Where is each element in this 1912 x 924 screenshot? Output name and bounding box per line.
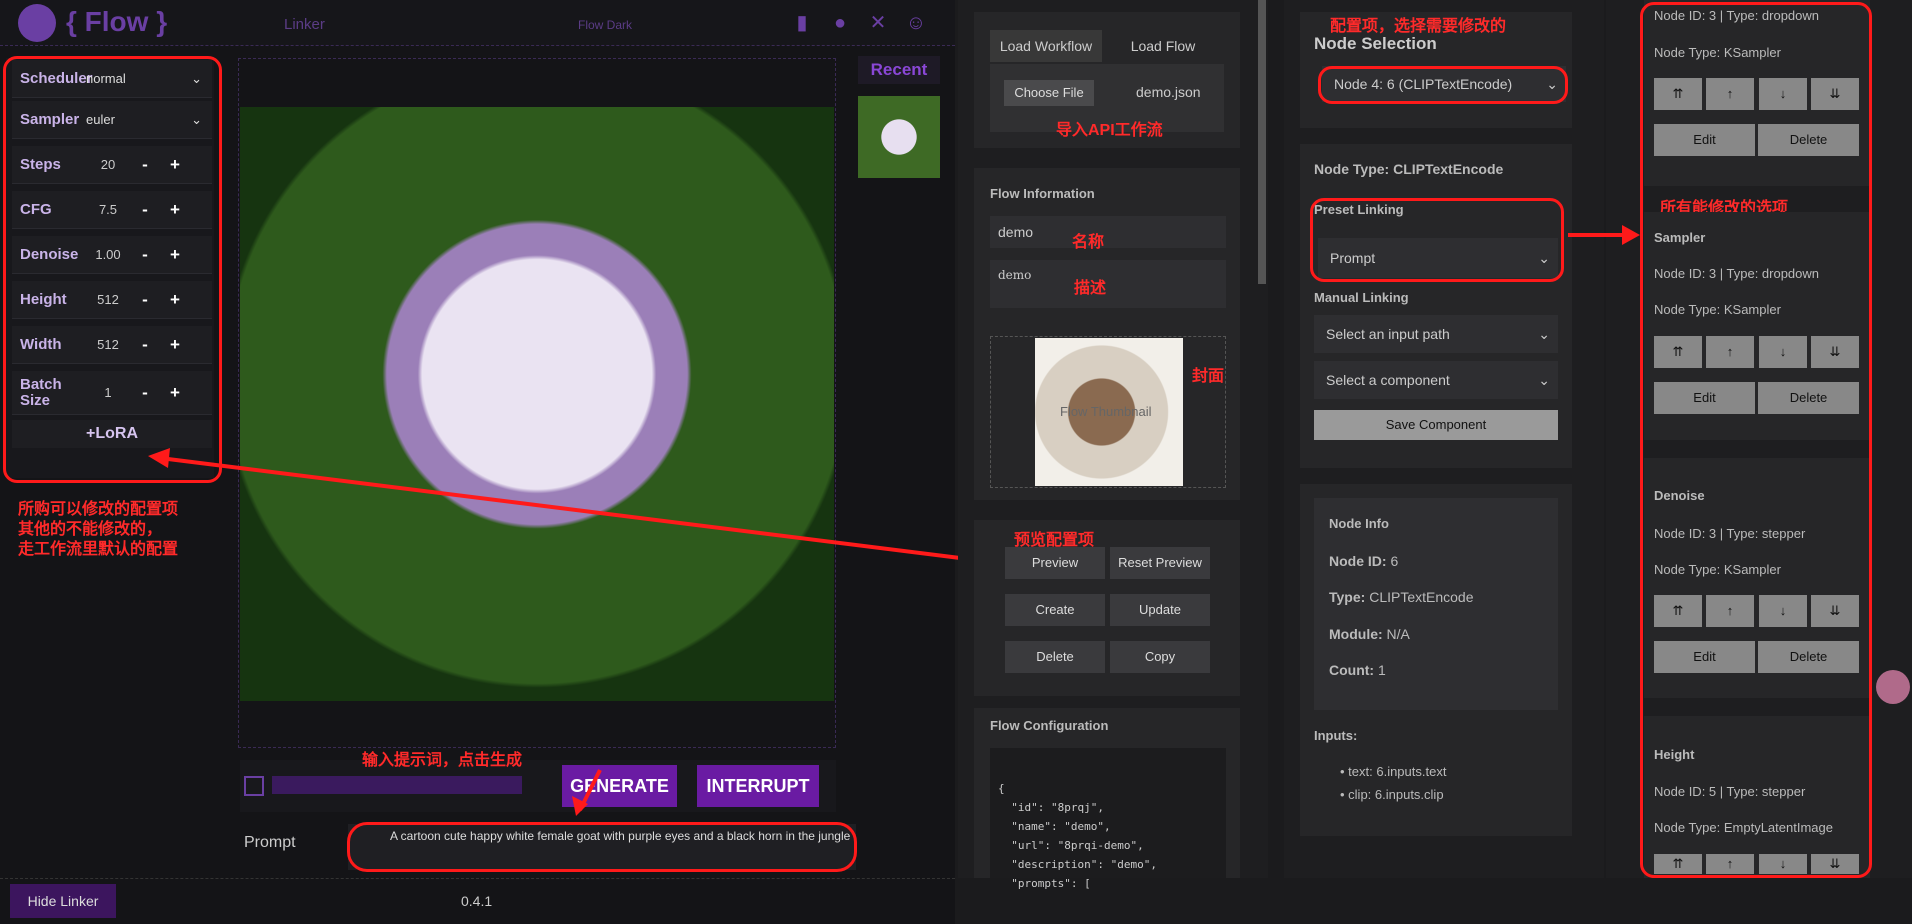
annotation-select: 配置项，选择需要修改的 [1330, 18, 1507, 35]
translate-icon[interactable] [1876, 670, 1910, 704]
input-path-select[interactable]: Select an input path ⌄ [1314, 315, 1558, 353]
top-bar: { Flow } Linker Flow Dark ▮ ● ✕ ☺ [0, 0, 955, 46]
count-value: 1 [1377, 662, 1386, 678]
flow-name-input[interactable]: demo [990, 216, 1226, 248]
chevron-down-icon: ⌄ [1538, 326, 1550, 342]
node-type-value: CLIPTextEncode [1369, 589, 1474, 605]
tab-load-flow[interactable]: Load Flow [1104, 30, 1222, 62]
goat-logo-icon [18, 4, 56, 42]
flow-config-json: { "id": "8prqj", "name": "demo", "url": … [990, 748, 1226, 890]
choose-file-button[interactable]: Choose File [1004, 80, 1094, 106]
file-name: demo.json [1136, 84, 1201, 100]
module-label: Module: [1329, 626, 1383, 642]
annotation-box-components [1640, 2, 1872, 878]
annotation-cover: 封面 [1192, 368, 1225, 385]
version-label: 0.4.1 [461, 893, 493, 909]
flow-description-input[interactable]: demo [990, 260, 1226, 308]
annotation-arrow-right [1568, 225, 1640, 245]
update-button[interactable]: Update [1110, 594, 1210, 626]
annotation-box-preset [1310, 198, 1564, 282]
inputs-title: Inputs: [1314, 728, 1358, 743]
recent-title: Recent [858, 56, 940, 84]
patreon-icon[interactable]: ▮ [790, 10, 814, 34]
tab-linker[interactable]: Linker [284, 16, 325, 33]
annotation-arrows [148, 448, 1009, 816]
discord-icon[interactable]: ☺ [904, 12, 928, 36]
tab-load-workflow[interactable]: Load Workflow [990, 30, 1102, 62]
theme-label[interactable]: Flow Dark [578, 18, 632, 32]
node-type-label: Node Type: CLIPTextEncode [1314, 161, 1504, 177]
hide-linker-button[interactable]: Hide Linker [10, 884, 116, 918]
node-type-info-label: Type: [1329, 589, 1366, 605]
save-component-button[interactable]: Save Component [1314, 410, 1558, 440]
manual-linking-title: Manual Linking [1314, 290, 1409, 305]
copy-button[interactable]: Copy [1110, 641, 1210, 673]
node-selection-title: Node Selection [1314, 34, 1437, 53]
reset-preview-button[interactable]: Reset Preview [1110, 547, 1210, 579]
module-value: N/A [1386, 626, 1410, 642]
preview-button[interactable]: Preview [1005, 547, 1105, 579]
flow-info-title: Flow Information [990, 186, 1095, 201]
component-select[interactable]: Select a component ⌄ [1314, 361, 1558, 399]
app-logo: { Flow } [66, 6, 168, 37]
thumbnail-alt: Flow Thumbnail [1060, 404, 1152, 419]
delete-flow-button[interactable]: Delete [1005, 641, 1105, 673]
input-item: • text: 6.inputs.text [1340, 764, 1447, 779]
x-icon[interactable]: ✕ [866, 10, 890, 34]
input-item: • clip: 6.inputs.clip [1340, 787, 1444, 802]
annotation-name: 名称 [1072, 234, 1105, 251]
recent-thumbnail[interactable] [858, 96, 940, 178]
annotation-import: 导入API工作流 [1056, 122, 1163, 139]
flow-config-title: Flow Configuration [990, 718, 1109, 733]
create-button[interactable]: Create [1005, 594, 1105, 626]
count-label: Count: [1329, 662, 1375, 678]
node-info-title: Node Info [1329, 516, 1389, 531]
chevron-down-icon: ⌄ [1538, 372, 1550, 388]
annotation-box-settings [3, 56, 222, 483]
node-id-label: Node ID: [1329, 553, 1387, 569]
node-id-value: 6 [1390, 553, 1399, 569]
github-icon[interactable]: ● [828, 12, 852, 36]
annotation-desc: 描述 [1074, 280, 1107, 297]
annotation-box-select [1318, 66, 1568, 104]
workflow-scrollbar[interactable] [1258, 0, 1266, 284]
